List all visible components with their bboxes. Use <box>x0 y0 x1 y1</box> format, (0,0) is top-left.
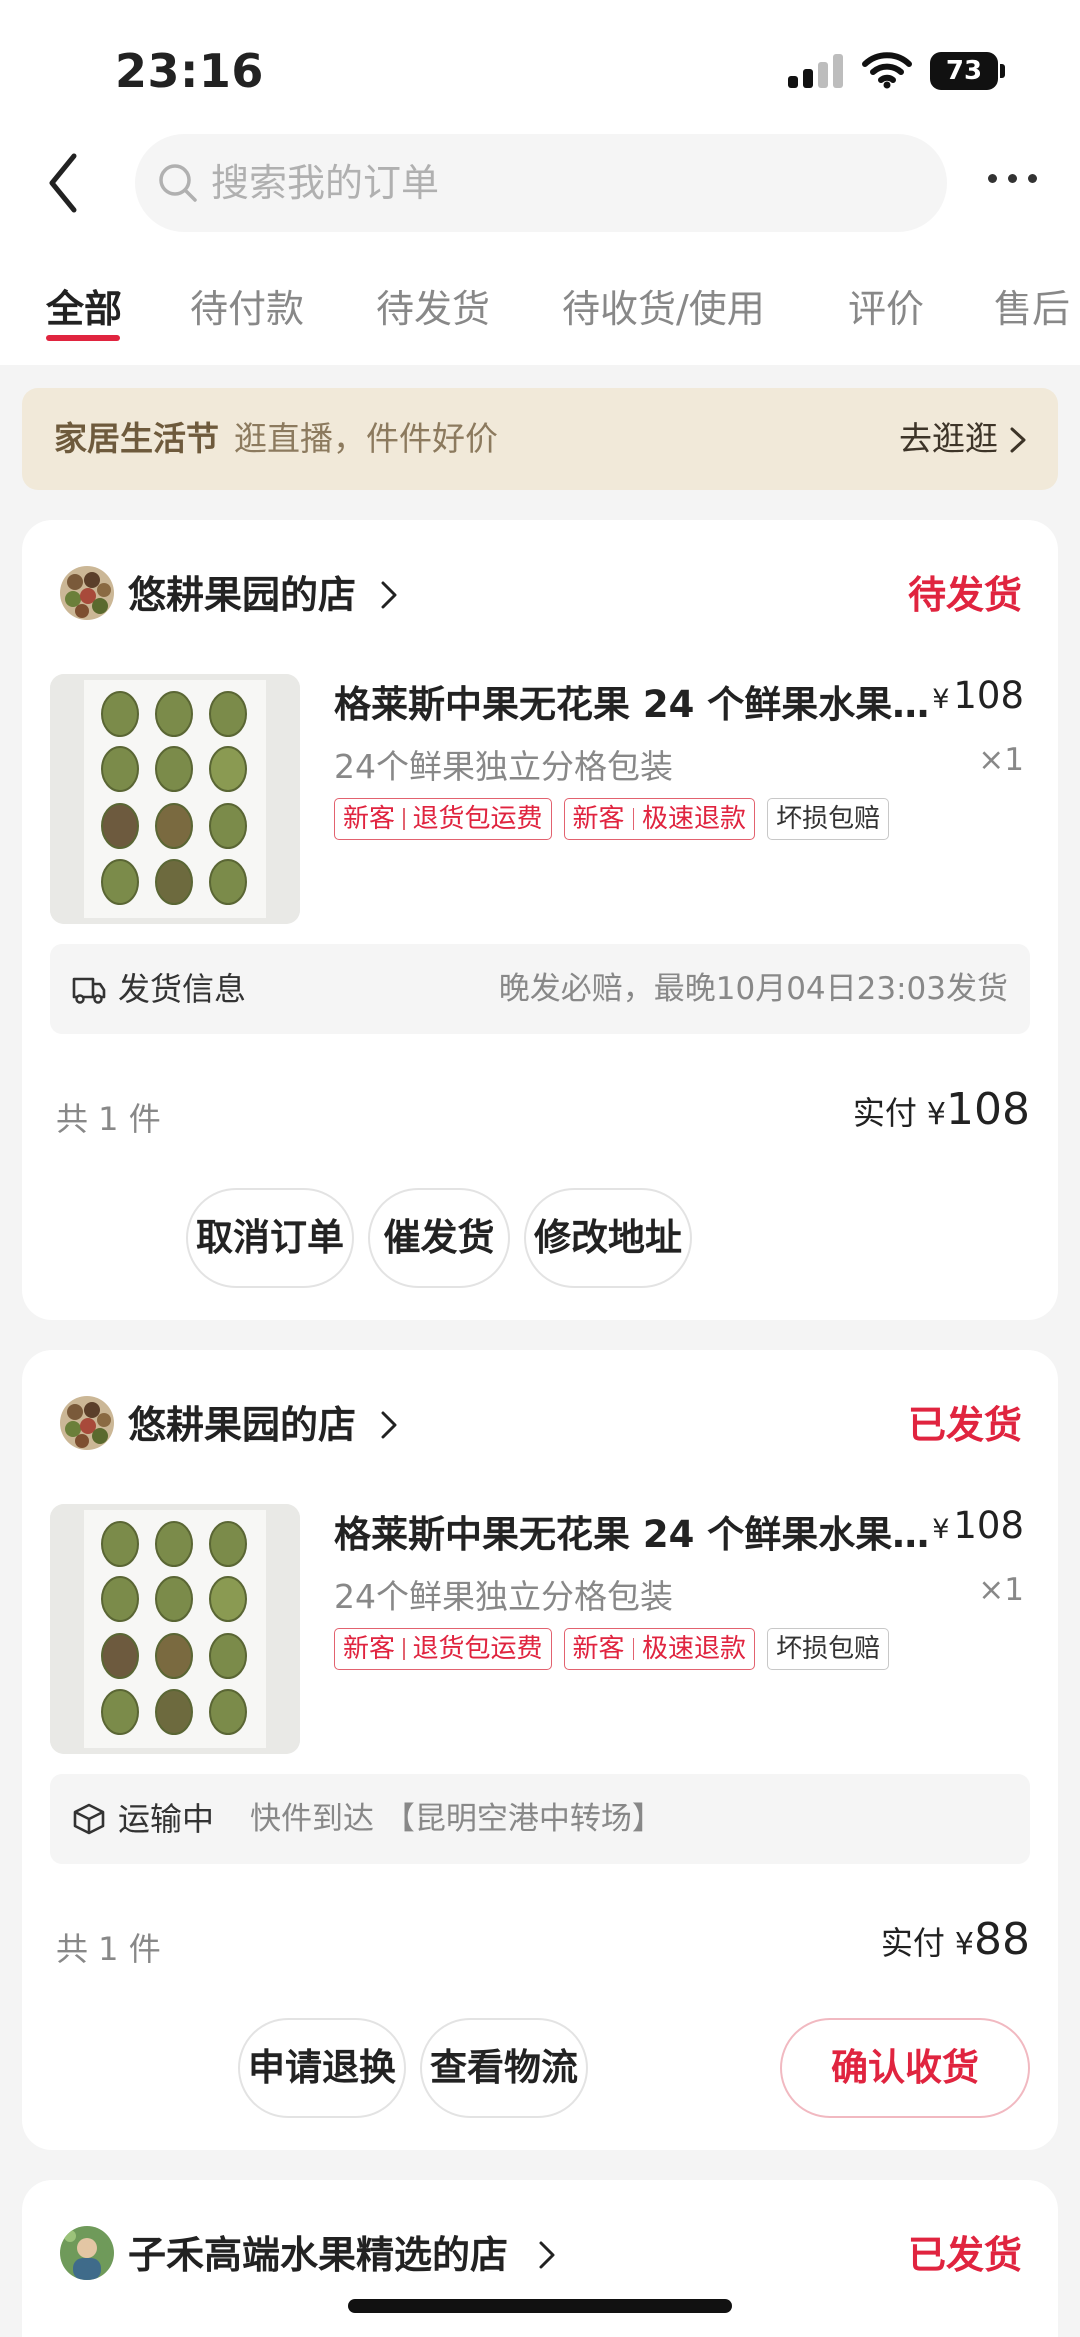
tab-all[interactable]: 全部 <box>46 278 122 333</box>
delivery-truck-icon <box>72 977 106 1004</box>
info-label: 发货信息 <box>118 970 247 1008</box>
shop-name[interactable]: 子禾高端水果精选的店 <box>128 2224 508 2279</box>
urge-shipment-button[interactable]: 催发货 <box>368 1188 510 1288</box>
confirm-receipt-button[interactable]: 确认收货 <box>780 2018 1030 2118</box>
tab-pending-shipment[interactable]: 待发货 <box>376 278 490 333</box>
product-price: ¥108 <box>932 674 1024 717</box>
package-box-icon <box>73 1803 105 1835</box>
product-title[interactable]: 格莱斯中果无花果 24 个鲜果水果新鲜 <box>334 1504 934 1558</box>
order-card: 子禾高端水果精选的店 已发货 <box>22 2180 1058 2337</box>
service-tags: 新客 退货包运费 新客 极速退款 坏损包赔 <box>334 798 890 840</box>
tag-damage-compensation: 坏损包赔 <box>767 798 890 840</box>
order-card: 悠耕果园的店 已发货 格莱斯中果无花果 24 个鲜果水果新鲜 ¥108 24个鲜… <box>22 1350 1058 2150</box>
currency-symbol: ¥ <box>932 1514 950 1545</box>
banner-action[interactable]: 去逛逛 <box>899 388 998 490</box>
wifi-icon <box>862 52 912 89</box>
battery-icon: 73 <box>930 52 1005 90</box>
info-label: 运输中 <box>118 1800 215 1838</box>
item-count: 共 1 件 <box>56 1100 161 1138</box>
promo-banner[interactable]: 家居生活节 逛直播，件件好价 去逛逛 <box>22 388 1058 490</box>
search-bar[interactable]: 搜索我的订单 <box>135 134 947 232</box>
cellular-signal-icon <box>788 54 844 88</box>
order-status: 待发货 <box>907 573 1022 617</box>
product-image[interactable] <box>50 674 300 924</box>
tag-free-return-shipping: 新客 退货包运费 <box>334 1628 552 1670</box>
shipping-info-bar[interactable]: 发货信息 晚发必赔，最晚10月04日23:03发货 <box>50 944 1030 1034</box>
chevron-right-icon <box>1010 427 1026 453</box>
tab-reviews[interactable]: 评价 <box>848 278 924 333</box>
price-value: 108 <box>953 674 1024 717</box>
cancel-order-button[interactable]: 取消订单 <box>186 1188 354 1288</box>
active-tab-indicator <box>46 335 120 341</box>
tab-pending-receipt[interactable]: 待收货/使用 <box>562 278 765 333</box>
shop-avatar <box>60 2226 114 2280</box>
request-return-button[interactable]: 申请退换 <box>238 2018 406 2118</box>
paid-amount: 实付 ¥108 <box>852 1084 1030 1135</box>
view-logistics-button[interactable]: 查看物流 <box>420 2018 588 2118</box>
change-address-button[interactable]: 修改地址 <box>524 1188 692 1288</box>
product-quantity: ×1 <box>978 742 1024 778</box>
product-spec: 24个鲜果独立分格包装 <box>334 747 673 786</box>
product-price: ¥108 <box>932 1504 1024 1547</box>
product-quantity: ×1 <box>978 1572 1024 1608</box>
tag-fast-refund: 新客 极速退款 <box>563 798 756 840</box>
shop-name[interactable]: 悠耕果园的店 <box>128 1394 356 1449</box>
tab-after-sales[interactable]: 售后 <box>994 278 1070 333</box>
shop-avatar <box>60 566 114 620</box>
top-header: 23:16 73 搜索我的订单 全部 待付款 待发货 待收货/使用 评价 售后 <box>0 0 1080 365</box>
search-icon <box>159 164 197 202</box>
tag-fast-refund: 新客 极速退款 <box>563 1628 756 1670</box>
info-detail: 晚发必赔，最晚10月04日23:03发货 <box>498 971 1008 1007</box>
order-card: 悠耕果园的店 待发货 格莱斯中果无花果 24 个鲜果水果新鲜 ¥108 24个鲜… <box>22 520 1058 1320</box>
paid-label: 实付 <box>880 1924 945 1962</box>
currency-symbol: ¥ <box>932 684 950 715</box>
paid-value: 108 <box>946 1084 1030 1135</box>
item-count: 共 1 件 <box>56 1930 161 1968</box>
chevron-right-icon <box>381 581 397 609</box>
tag-free-return-shipping: 新客 退货包运费 <box>334 798 552 840</box>
battery-level: 73 <box>930 52 998 90</box>
shop-avatar <box>60 1396 114 1450</box>
back-arrow-icon[interactable] <box>40 150 90 216</box>
home-indicator[interactable] <box>348 2299 732 2313</box>
info-detail: 快件到达 【昆明空港中转场】 <box>250 1801 663 1837</box>
order-status: 已发货 <box>907 2233 1022 2277</box>
chevron-right-icon <box>381 1411 397 1439</box>
paid-value: 88 <box>974 1914 1030 1965</box>
shop-name[interactable]: 悠耕果园的店 <box>128 564 356 619</box>
tab-pending-payment[interactable]: 待付款 <box>190 278 304 333</box>
product-spec: 24个鲜果独立分格包装 <box>334 1577 673 1616</box>
banner-title: 家居生活节 <box>54 419 219 458</box>
logistics-info-bar[interactable]: 运输中 快件到达 【昆明空港中转场】 <box>50 1774 1030 1864</box>
order-status: 已发货 <box>907 1403 1022 1447</box>
price-value: 108 <box>953 1504 1024 1547</box>
chevron-right-icon <box>539 2241 555 2269</box>
paid-label: 实付 <box>852 1094 917 1132</box>
more-options-icon[interactable] <box>984 170 1040 194</box>
product-title[interactable]: 格莱斯中果无花果 24 个鲜果水果新鲜 <box>334 674 934 728</box>
paid-amount: 实付 ¥88 <box>880 1914 1030 1965</box>
status-time: 23:16 <box>115 44 264 98</box>
tag-damage-compensation: 坏损包赔 <box>767 1628 890 1670</box>
product-image[interactable] <box>50 1504 300 1754</box>
banner-subtitle: 逛直播，件件好价 <box>234 419 498 458</box>
search-placeholder: 搜索我的订单 <box>211 161 440 205</box>
service-tags: 新客 退货包运费 新客 极速退款 坏损包赔 <box>334 1628 890 1670</box>
